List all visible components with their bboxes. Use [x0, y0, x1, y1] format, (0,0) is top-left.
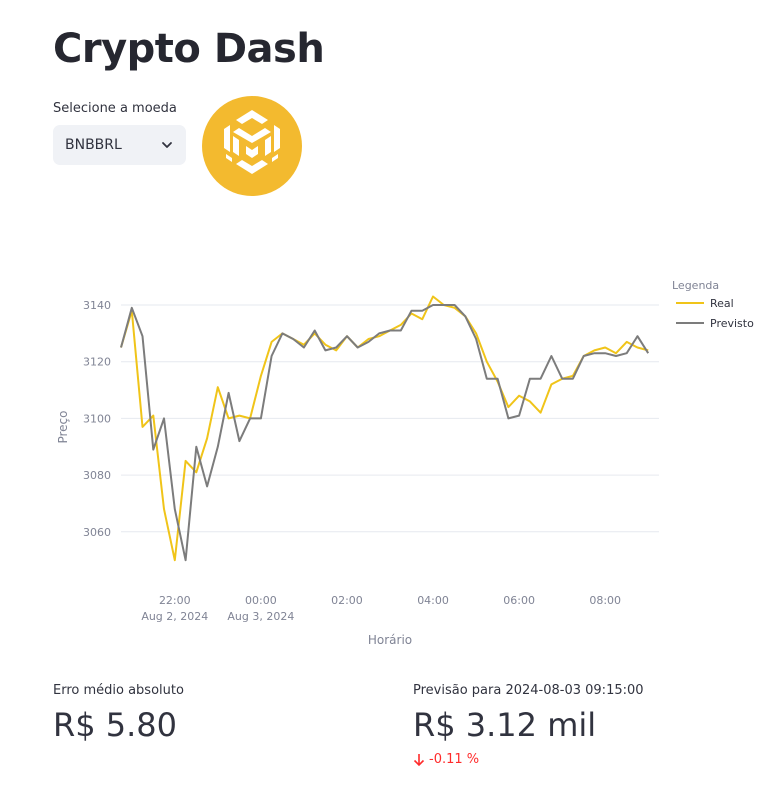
y-tick-label: 3100	[83, 412, 111, 425]
mae-metric: Erro médio absoluto R$ 5.80	[53, 683, 184, 744]
forecast-label: Previsão para 2024-08-03 09:15:00	[413, 683, 644, 698]
series-lines	[120, 295, 650, 562]
series-line-previsto	[120, 304, 650, 562]
x-tick-sublabel: Aug 3, 2024	[227, 610, 294, 623]
arrow-down-icon	[413, 753, 425, 766]
coin-select[interactable]: BNBBRL	[53, 125, 186, 165]
chevron-down-icon	[162, 142, 172, 148]
price-chart: 3060 3080 3100 3120 3140 22:00 Aug 2, 2024 00:…	[56, 279, 754, 647]
x-tick-label: 06:00	[503, 594, 535, 607]
chart-grid	[121, 304, 659, 533]
x-tick-label: 22:00	[159, 594, 191, 607]
series-line-real	[120, 295, 649, 562]
y-axis-ticks: 3060 3080 3100 3120 3140	[83, 299, 111, 539]
mae-label: Erro médio absoluto	[53, 683, 184, 698]
chart-legend[interactable]: Legenda Real Previsto	[672, 279, 754, 330]
legend-item-previsto: Previsto	[710, 317, 754, 330]
x-tick-label: 08:00	[589, 594, 621, 607]
x-tick-label: 02:00	[331, 594, 363, 607]
y-tick-label: 3140	[83, 299, 111, 312]
y-axis-label: Preço	[56, 410, 70, 443]
x-tick-label: 00:00	[245, 594, 277, 607]
forecast-metric: Previsão para 2024-08-03 09:15:00 R$ 3.1…	[413, 683, 644, 767]
y-tick-label: 3060	[83, 526, 111, 539]
legend-title: Legenda	[672, 279, 719, 292]
x-tick-sublabel: Aug 2, 2024	[141, 610, 208, 623]
x-tick-label: 04:00	[417, 594, 449, 607]
bnb-logo-icon	[202, 96, 302, 196]
x-axis-label: Horário	[368, 633, 412, 647]
y-tick-label: 3080	[83, 469, 111, 482]
mae-value: R$ 5.80	[53, 706, 178, 744]
x-axis-ticks: 22:00 Aug 2, 2024 00:00 Aug 3, 2024 02:00 04:…	[141, 594, 621, 623]
forecast-delta: -0.11 %	[413, 752, 644, 767]
forecast-delta-value: -0.11 %	[429, 752, 480, 767]
forecast-value: R$ 3.12 mil	[413, 706, 597, 744]
coin-select-value: BNBBRL	[65, 137, 122, 153]
coin-select-label: Selecione a moeda	[53, 101, 177, 116]
page-title: Crypto Dash	[53, 26, 325, 72]
y-tick-label: 3120	[83, 356, 111, 369]
legend-item-real: Real	[710, 297, 734, 310]
